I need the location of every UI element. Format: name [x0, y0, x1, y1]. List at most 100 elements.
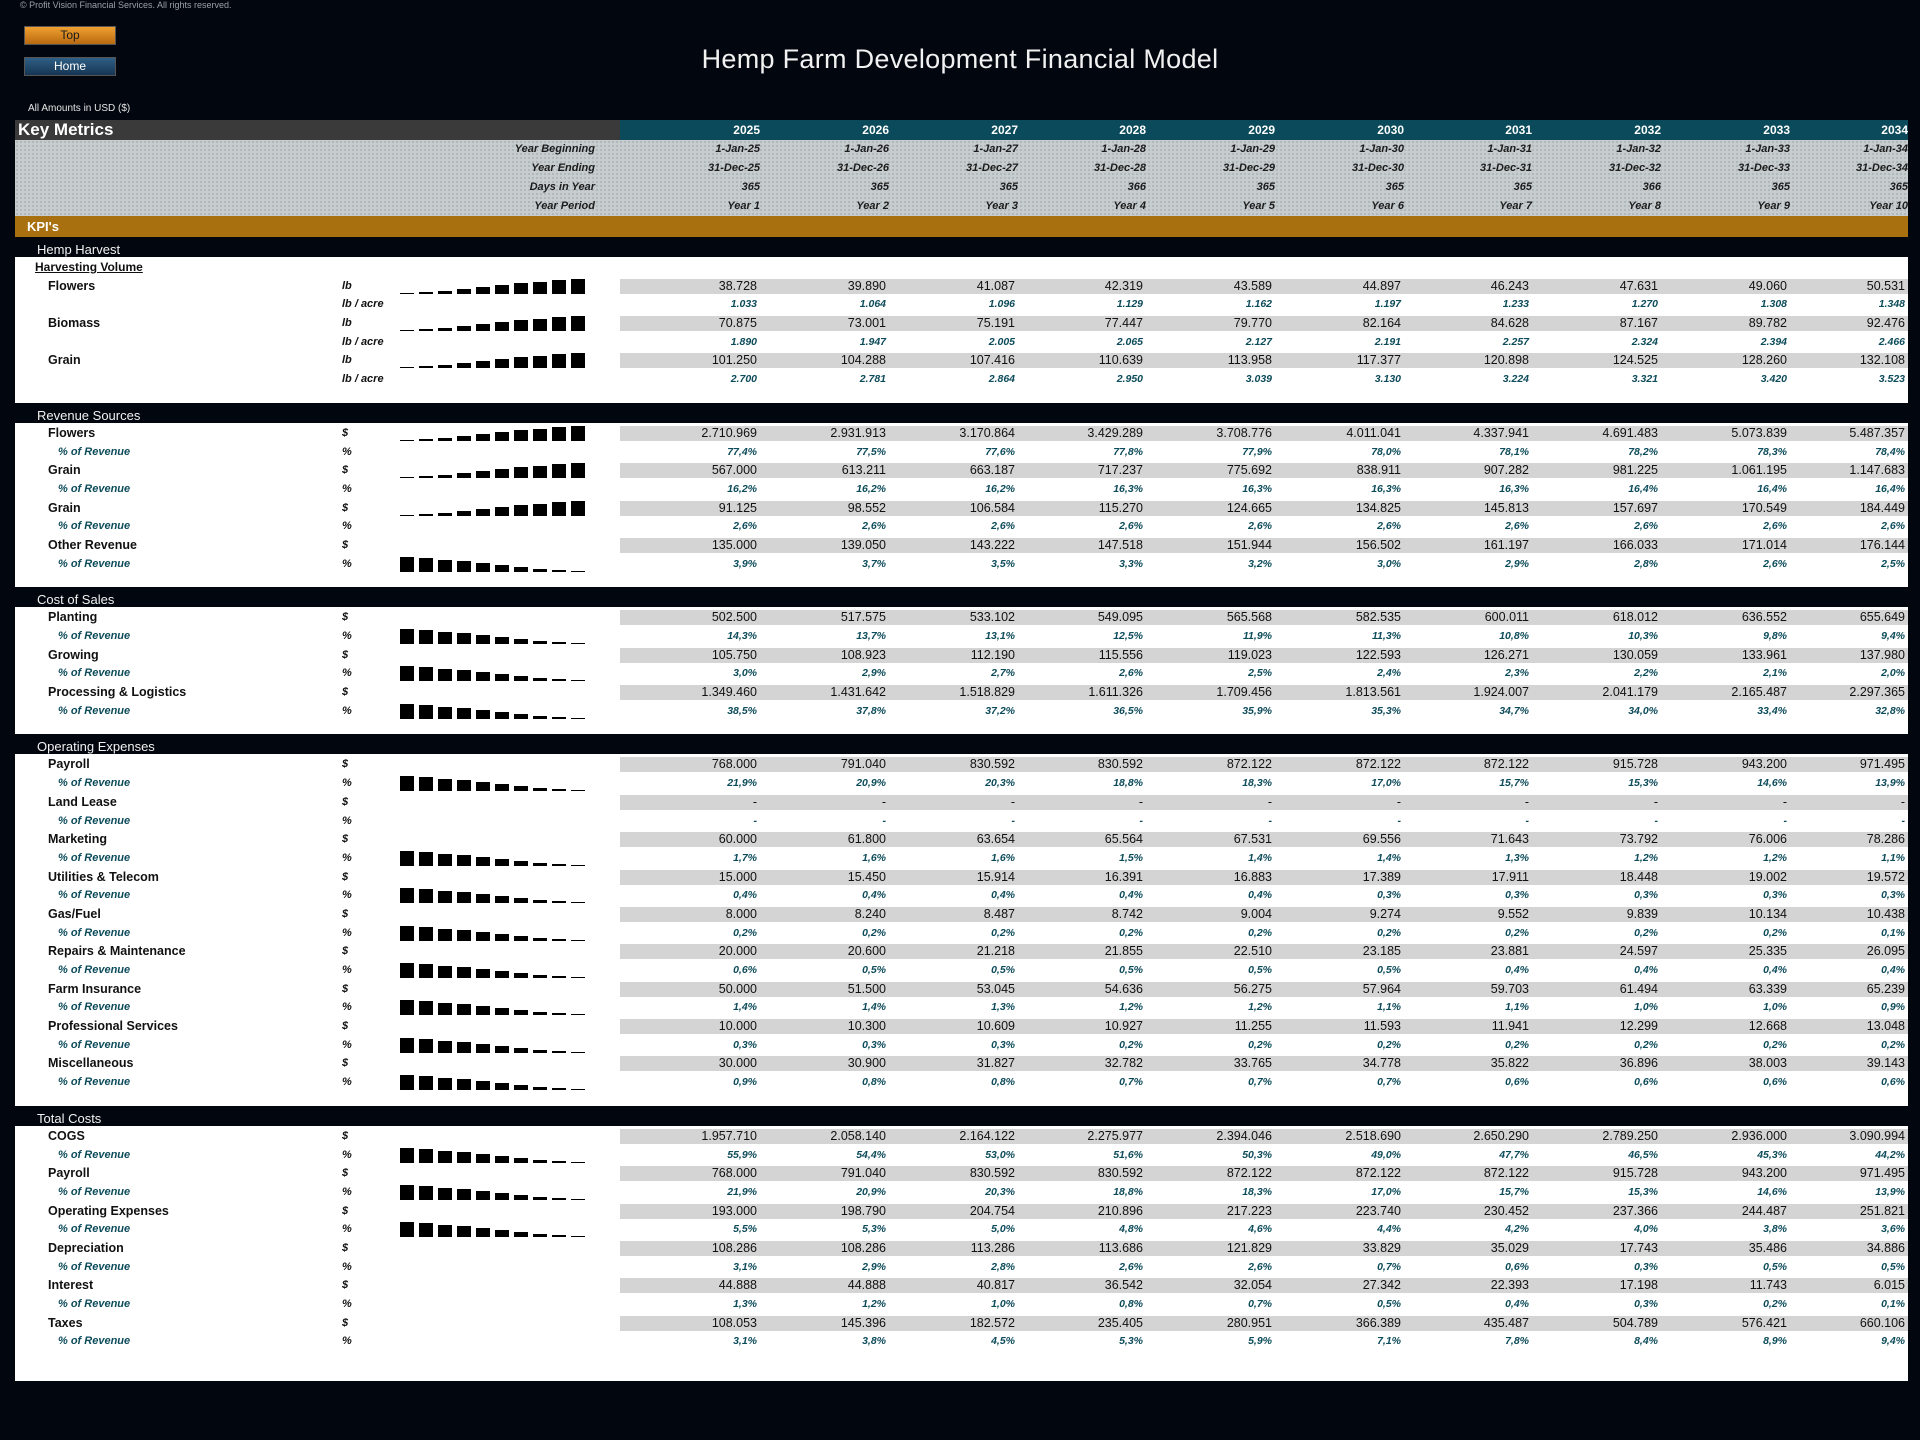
- value-cell: 44.897: [1362, 278, 1401, 293]
- value-cell: 0,1%: [1881, 1298, 1905, 1310]
- value-cell: 16,3%: [1113, 482, 1143, 495]
- row-label: % of Revenue: [58, 1223, 131, 1236]
- row-values: 1,4% 1,4% 1,3% 1,2% 1,2% 1,1% 1,1% 1,0% 1,0% 0,9%: [620, 1000, 1908, 1015]
- sparkline-bar: [495, 469, 509, 479]
- value-cell: 0,5%: [1763, 1260, 1787, 1273]
- sparkline-bar: [438, 1078, 452, 1091]
- year-header-cell: 2028: [1119, 123, 1146, 137]
- value-cell: 4,6%: [1248, 1223, 1272, 1236]
- sparkline-bar: [514, 1010, 528, 1016]
- sparkline-bar: [514, 935, 528, 941]
- row-values: 70.875 73.001 75.191 77.447 79.770 82.164 84.6…: [620, 316, 1908, 332]
- sparkline-bar: [457, 560, 471, 572]
- sparkline-bar: [495, 896, 509, 904]
- value-cell: 1,2%: [862, 1298, 886, 1310]
- value-cell: 4.691.483: [1602, 425, 1658, 440]
- value-cell: 1,0%: [991, 1298, 1015, 1310]
- sparkline-bar: [400, 925, 414, 941]
- sparkline-bar: [400, 1147, 414, 1163]
- sparkline-bar: [419, 926, 433, 941]
- year-header-cell: 2029: [1248, 123, 1275, 137]
- value-cell: 32,8%: [1875, 704, 1905, 717]
- sparkline-bar: [514, 1194, 528, 1200]
- metric-row: Operating Expenses $193.000 198.790 204.754…: [15, 1202, 1908, 1221]
- value-cell: 11.743: [1749, 1278, 1787, 1293]
- percent-row: lb / acre 2.700 2.781 2.864 2.950 3.039 3.130 3…: [15, 370, 1908, 389]
- row-label: Grain: [48, 500, 81, 515]
- value-cell: 2.257: [1502, 335, 1529, 348]
- value-cell: 872.122: [1483, 757, 1529, 772]
- sparkline-bar: [495, 674, 509, 682]
- value-cell: 0,2%: [1119, 1038, 1143, 1051]
- sparkline-bar: [419, 1185, 433, 1200]
- value-cell: 10.927: [1104, 1019, 1143, 1034]
- value-cell: 1.348: [1878, 298, 1905, 311]
- row-unit: %: [342, 557, 352, 570]
- value-cell: 78,2%: [1628, 445, 1658, 458]
- value-cell: -: [1268, 814, 1273, 827]
- value-cell: 9,4%: [1881, 1335, 1905, 1348]
- sparkline-bar: [571, 1089, 585, 1091]
- value-cell: 435.487: [1483, 1315, 1529, 1330]
- value-cell: 17,0%: [1371, 1185, 1401, 1198]
- top-button[interactable]: Top: [24, 26, 116, 45]
- row-values: 502.500 517.575 533.102 549.095 565.568 582.5…: [620, 610, 1908, 626]
- value-cell: 872.122: [1226, 1166, 1272, 1181]
- value-cell: 2.700: [730, 373, 757, 386]
- value-cell: 2.394.046: [1216, 1128, 1272, 1143]
- value-cell: 135.000: [711, 537, 757, 552]
- sparkline-bar: [476, 508, 490, 516]
- value-cell: 2,3%: [1505, 667, 1529, 680]
- value-cell: 10,3%: [1628, 630, 1658, 642]
- value-cell: 44.888: [718, 1278, 757, 1293]
- row-label: Payroll: [48, 757, 90, 772]
- row-values: 21,9% 20,9% 20,3% 18,8% 18,3% 17,0% 15,7% 15,3%…: [620, 776, 1908, 791]
- metric-row: Farm Insurance $50.000 51.500 53.045 54.636 5…: [15, 980, 1908, 999]
- value-cell: 157.697: [1612, 500, 1658, 515]
- sparkline-bar: [552, 863, 566, 866]
- value-cell: -: [1901, 814, 1906, 827]
- sparkline-bar: [533, 281, 547, 294]
- value-cell: 872.122: [1355, 757, 1401, 772]
- value-cell: 2.936.000: [1731, 1128, 1787, 1143]
- metric-row: Biomass lb 70.875 73.001 75.191 77.447 79.770 8…: [15, 314, 1908, 333]
- value-cell: 49.060: [1748, 278, 1787, 293]
- sparkline-bar: [552, 976, 566, 978]
- sparkline: [400, 500, 590, 516]
- value-cell: 79.770: [1233, 316, 1272, 331]
- value-cell: 47,7%: [1499, 1148, 1529, 1161]
- period-info-cell: Year 7: [1499, 200, 1532, 212]
- value-cell: 98.552: [847, 500, 886, 515]
- row-label: % of Revenue: [58, 1148, 131, 1161]
- value-cell: 3,8%: [862, 1335, 886, 1348]
- section-title: Revenue Sources: [15, 402, 1908, 423]
- value-cell: 0,7%: [1119, 1076, 1143, 1089]
- value-cell: 151.944: [1226, 537, 1272, 552]
- value-cell: 35.822: [1490, 1056, 1529, 1071]
- row-values: 0,6% 0,5% 0,5% 0,5% 0,5% 0,5% 0,4% 0,4% 0,4% 0,4%: [620, 963, 1908, 978]
- section-title: Cost of Sales: [15, 587, 1908, 608]
- row-unit: %: [342, 1038, 352, 1051]
- value-cell: 830.592: [1097, 757, 1143, 772]
- value-cell: 17.911: [1491, 869, 1529, 884]
- value-cell: 4.011.041: [1346, 425, 1401, 440]
- value-cell: 2.275.977: [1087, 1128, 1143, 1143]
- value-cell: 15.914: [976, 869, 1015, 884]
- sparkline-bar: [457, 633, 471, 644]
- row-label: Land Lease: [48, 794, 117, 809]
- value-cell: 3,1%: [733, 1335, 757, 1348]
- year-header-row: Key Metrics 2025 2026 2027 2028 2029 2030 2031…: [15, 120, 1908, 140]
- value-cell: 915.728: [1612, 1166, 1658, 1181]
- sparkline-bar: [457, 967, 471, 978]
- value-cell: -: [1139, 814, 1144, 827]
- period-info-cell: Year 9: [1757, 200, 1790, 212]
- value-cell: 0,2%: [862, 926, 886, 939]
- percent-row: % of Revenue% 0,2% 0,2% 0,2% 0,2% 0,2% 0,2% 0,2…: [15, 924, 1908, 943]
- value-cell: 4,4%: [1377, 1223, 1401, 1236]
- value-cell: 108.286: [711, 1240, 757, 1255]
- value-cell: 3,1%: [733, 1260, 757, 1273]
- row-unit: $: [342, 795, 349, 808]
- sparkline-bar: [419, 704, 433, 719]
- metric-row: Grain lb 101.250 104.288 107.416 110.639 113.9…: [15, 351, 1908, 370]
- value-cell: 0,5%: [1881, 1260, 1905, 1273]
